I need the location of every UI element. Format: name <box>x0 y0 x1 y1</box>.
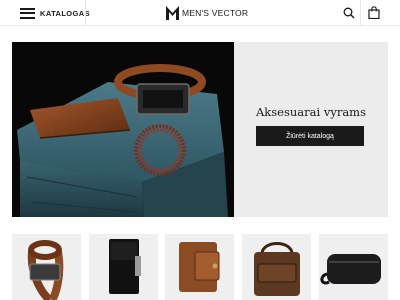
catalog-menu-button[interactable]: KATALOGAS <box>20 5 90 21</box>
product-card-card-holder[interactable] <box>89 234 158 300</box>
brand-logo-icon <box>166 6 179 20</box>
product-card-shoulder-bag[interactable] <box>242 234 311 300</box>
product-card-toiletry-bag[interactable] <box>319 234 388 300</box>
search-icon[interactable] <box>343 7 355 19</box>
shopping-bag-icon[interactable] <box>368 6 380 19</box>
brand-name: MEN'S VECTOR <box>182 8 249 18</box>
shoulder-bag-image <box>254 242 300 296</box>
product-card-brown-wallet[interactable] <box>165 234 234 300</box>
card-holder-image <box>109 239 141 294</box>
brand-link[interactable]: MEN'S VECTOR <box>166 5 248 21</box>
belt-image <box>27 240 64 300</box>
hamburger-icon <box>20 7 35 19</box>
hero-panel: Aksesuarai vyrams Žiūrėti katalogą <box>234 42 388 217</box>
view-catalog-button[interactable]: Žiūrėti katalogą <box>256 126 364 146</box>
catalog-menu-label: KATALOGAS <box>40 8 90 18</box>
brown-wallet-image <box>179 242 220 292</box>
toiletry-bag-image <box>320 254 381 285</box>
product-card-belt[interactable] <box>12 234 81 300</box>
site-header: KATALOGAS MEN'S VECTOR <box>0 0 400 26</box>
header-divider <box>360 0 361 26</box>
accessories-photo <box>12 42 234 217</box>
header-divider <box>85 0 86 26</box>
product-strip <box>12 234 388 300</box>
hero-title: Aksesuarai vyrams <box>256 105 366 119</box>
hero-image <box>12 42 234 217</box>
hero-banner: Aksesuarai vyrams Žiūrėti katalogą <box>12 42 388 217</box>
